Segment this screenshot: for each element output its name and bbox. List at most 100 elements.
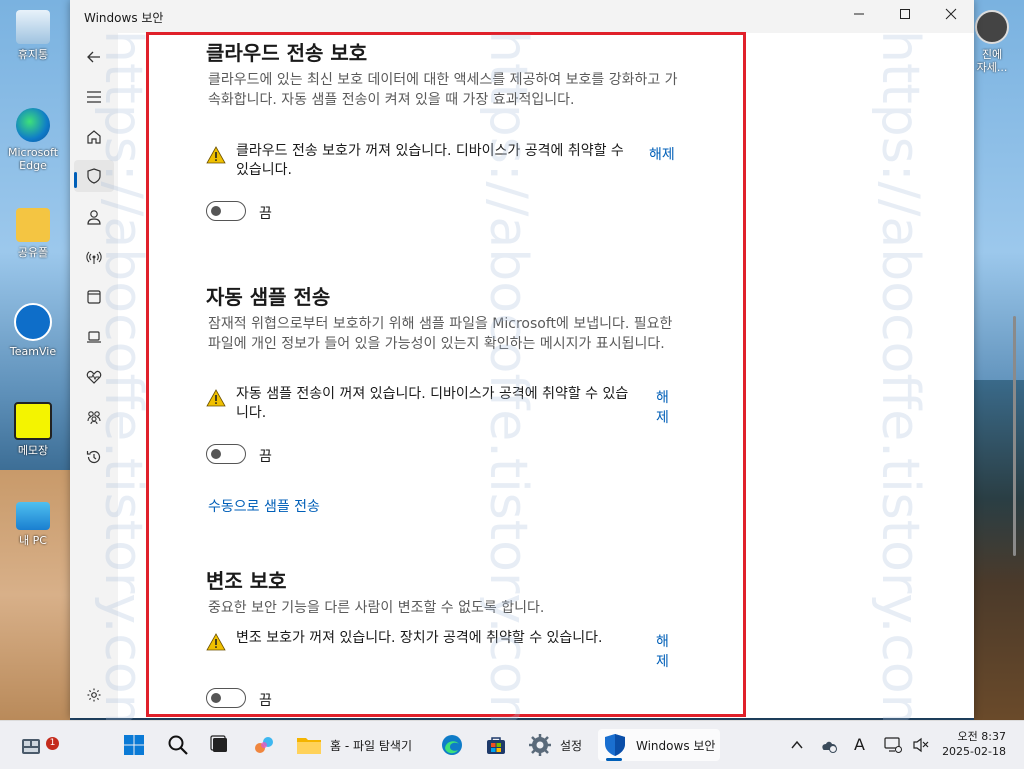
clock-button[interactable]: 오전 8:37 2025-02-18 [938, 729, 1010, 761]
nav-protection-history[interactable] [74, 441, 114, 473]
search-button[interactable] [162, 729, 194, 761]
shield-icon [605, 734, 625, 756]
desktop-icon-label: 공유폴 [17, 246, 49, 259]
minimize-button[interactable] [836, 0, 882, 33]
cloud-dismiss-link[interactable]: 해제 [649, 144, 675, 164]
task-view-button[interactable] [204, 729, 236, 761]
nav-device-health[interactable] [74, 361, 114, 393]
close-button[interactable] [928, 0, 974, 33]
folder-icon [297, 738, 321, 754]
desktop-icon-label: TeamVie [9, 345, 57, 358]
nav-device-security[interactable] [74, 321, 114, 353]
store-taskbar-button[interactable] [480, 729, 512, 761]
desktop-icon-notepad[interactable]: 메모장 [6, 402, 60, 457]
security-taskbar-label: Windows 보안 [636, 739, 716, 753]
windows-security-window: Windows 보안 클라우드 전송 보호 클라우드에 있는 최신 보호 데이터… [70, 0, 1016, 718]
warning-text: 변조 보호가 꺼져 있습니다. 장치가 공격에 취약할 수 있습니다. [236, 630, 603, 646]
copilot-icon [255, 737, 273, 753]
warning-text: 클라우드 전송 보호가 꺼져 있습니다. 디바이스가 공격에 취약할 수 있습니… [236, 143, 624, 178]
warning-icon [206, 389, 226, 407]
home-icon [87, 130, 101, 144]
history-icon [86, 450, 101, 464]
close-icon [945, 8, 957, 20]
edge-icon [442, 735, 462, 755]
desktop-icon-shared-folder[interactable]: 공유폴 [6, 208, 60, 259]
toggle-knob [211, 206, 221, 216]
nav-home[interactable] [74, 121, 114, 153]
desktop-icon-recycle-bin[interactable]: 휴지통 [6, 10, 60, 61]
maximize-icon [900, 9, 910, 19]
scrollbar-thumb[interactable] [1013, 316, 1016, 556]
nav-app-browser[interactable] [74, 281, 114, 313]
volume-tray-button[interactable] [908, 729, 934, 761]
nav-settings[interactable] [74, 679, 114, 711]
file-explorer-taskbar-item[interactable]: 홈 - 파일 탐색기 [292, 729, 426, 761]
wallpaper-rocks [974, 380, 1024, 720]
tamper-protection-title: 변조 보호 [206, 569, 287, 593]
store-icon [487, 737, 505, 754]
notification-badge: 1 [46, 737, 59, 750]
tamper-toggle-state: 끔 [259, 693, 272, 709]
security-taskbar-item[interactable]: Windows 보안 [598, 729, 720, 761]
desktop-icon-label: 내 PC [19, 534, 47, 547]
desktop-icon-label: 휴지통 [17, 48, 49, 61]
taskbar: 1 홈 - 파일 탐색기 설정 Windows 보안 A 오전 8:37 202… [0, 720, 1024, 769]
cloud-protection-toggle[interactable] [206, 201, 246, 221]
tamper-protection-toggle[interactable] [206, 688, 246, 708]
tamper-dismiss-link[interactable]: 해제 [656, 631, 676, 671]
desktop-icon-label: 메모장 [17, 444, 49, 457]
settings-taskbar-item[interactable]: 설정 [524, 729, 590, 761]
nav-family-options[interactable] [74, 401, 114, 433]
desktop-icon-label: Microsoft Edge [7, 146, 59, 172]
ime-button[interactable]: A [848, 729, 874, 761]
clock-time: 오전 8:37 [957, 730, 1006, 743]
warning-text: 자동 샘플 전송이 꺼져 있습니다. 디바이스가 공격에 취약할 수 있습니다. [236, 386, 629, 421]
shield-icon [87, 168, 101, 184]
toggle-knob [211, 449, 221, 459]
sample-submission-description: 잠재적 위협으로부터 보호하기 위해 샘플 파일을 Microsoft에 보냅니… [208, 316, 673, 352]
warning-icon [206, 633, 226, 651]
edge-icon [16, 108, 50, 142]
sample-dismiss-link[interactable]: 해제 [656, 387, 676, 427]
desktop-icon-this-pc[interactable]: 내 PC [6, 502, 60, 547]
active-indicator [606, 758, 622, 761]
sample-submission-title: 자동 샘플 전송 [206, 285, 331, 309]
antenna-icon [86, 251, 102, 264]
back-button[interactable] [74, 41, 114, 73]
edge-taskbar-button[interactable] [436, 729, 468, 761]
menu-button[interactable] [74, 81, 114, 113]
gear-icon [87, 688, 101, 702]
manual-sample-submit-link[interactable]: 수동으로 샘플 전송 [208, 496, 320, 516]
notepad-icon [14, 402, 52, 440]
nav-firewall[interactable] [74, 241, 114, 273]
nav-virus-protection[interactable] [74, 160, 114, 192]
window-title: Windows 보안 [84, 11, 164, 25]
desktop-icon-label: 진에 자세... [976, 48, 1008, 74]
maximize-button[interactable] [882, 0, 928, 33]
widgets-icon [22, 739, 40, 754]
pen-tray-button[interactable] [880, 729, 906, 761]
sample-toggle-state: 끔 [259, 449, 272, 465]
start-button[interactable] [118, 729, 150, 761]
network-tray-button[interactable] [816, 729, 842, 761]
title-bar[interactable]: Windows 보안 [70, 0, 974, 33]
teamviewer-icon [14, 303, 52, 341]
widgets-button[interactable]: 1 [14, 729, 59, 761]
desktop-icon-teamviewer[interactable]: TeamVie [6, 303, 60, 358]
tray-overflow-button[interactable] [786, 729, 808, 761]
cloud-protection-description: 클라우드에 있는 최신 보호 데이터에 대한 액세스를 제공하여 보호를 강화하… [208, 72, 678, 108]
sample-submission-warning: 자동 샘플 전송이 꺼져 있습니다. 디바이스가 공격에 취약할 수 있습니다.… [206, 385, 676, 427]
folder-icon [16, 208, 50, 242]
nav-account-protection[interactable] [74, 201, 114, 233]
desktop-icon-edge[interactable]: Microsoft Edge [6, 108, 60, 172]
navigation-rail [70, 33, 118, 718]
hamburger-icon [87, 91, 101, 103]
sample-submission-toggle[interactable] [206, 444, 246, 464]
tamper-protection-description: 중요한 보안 기능을 다른 사람이 변조할 수 없도록 합니다. [208, 600, 545, 616]
speaker-muted-icon [913, 737, 929, 753]
app-window-icon [87, 290, 101, 304]
copilot-button[interactable] [248, 729, 280, 761]
tamper-protection-warning: 변조 보호가 꺼져 있습니다. 장치가 공격에 취약할 수 있습니다. 해제 [206, 629, 676, 671]
selection-indicator [74, 172, 77, 188]
minimize-icon [854, 13, 864, 15]
